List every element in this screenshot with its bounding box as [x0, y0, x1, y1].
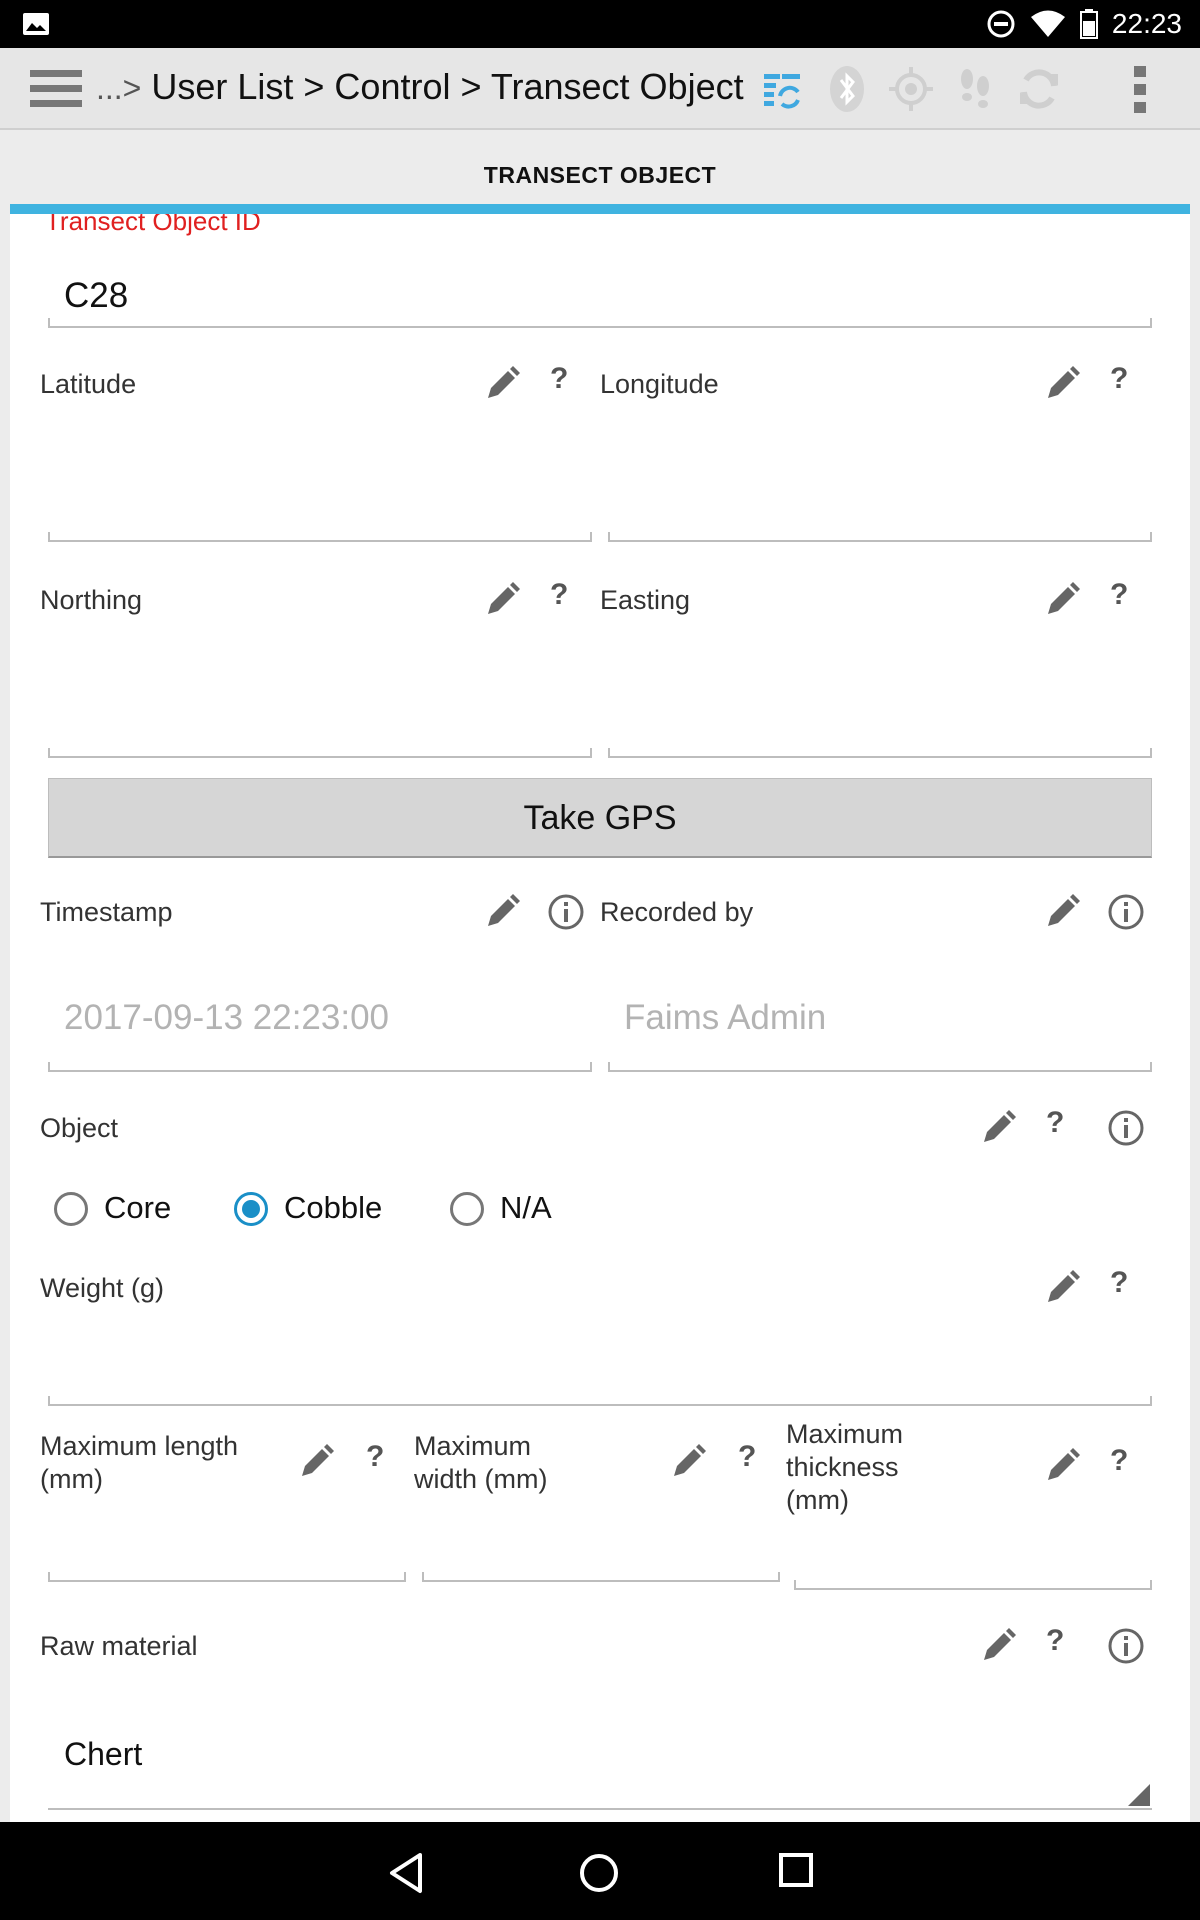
overflow-menu-icon[interactable] [1132, 64, 1148, 116]
max-length-field[interactable] [48, 1572, 406, 1582]
radio-cobble-label[interactable]: Cobble [284, 1190, 382, 1226]
edit-pencil-icon[interactable] [482, 580, 522, 620]
recents-icon[interactable] [778, 1852, 814, 1888]
recorded-by-underline [608, 1062, 1152, 1072]
object-label: Object [40, 1113, 119, 1143]
id-field-underline [48, 318, 1152, 328]
info-icon[interactable] [1106, 892, 1146, 932]
refresh-icon[interactable] [1014, 64, 1064, 114]
northing-label: Northing [40, 585, 143, 615]
navigation-bar [0, 1822, 1200, 1920]
spinner-arrow-icon[interactable] [1128, 1784, 1150, 1806]
breadcrumb-ellipsis: ...> [96, 70, 142, 106]
bluetooth-icon[interactable] [822, 64, 872, 114]
edit-pencil-icon[interactable] [296, 1442, 336, 1482]
radio-na[interactable] [450, 1192, 484, 1226]
battery-icon [1079, 9, 1098, 39]
edit-pencil-icon[interactable] [978, 1108, 1018, 1148]
edit-pencil-icon[interactable] [978, 1626, 1018, 1666]
longitude-label: Longitude [600, 369, 719, 399]
radio-cobble[interactable] [234, 1192, 268, 1226]
status-bar: 22:23 [0, 0, 1200, 48]
edit-pencil-icon[interactable] [668, 1442, 708, 1482]
info-icon[interactable] [546, 892, 586, 932]
edit-pencil-icon[interactable] [1042, 364, 1082, 404]
tab-strip: TRANSECT OBJECT [0, 132, 1200, 204]
max-thickness-field[interactable] [794, 1580, 1152, 1590]
form-content: Transect Object ID C28 Latitude ? Longit… [10, 214, 1190, 1822]
max-thickness-label: Maximum thickness (mm) [786, 1419, 904, 1515]
help-icon[interactable]: ? [366, 1440, 384, 1474]
help-icon[interactable]: ? [1110, 362, 1128, 396]
raw-material-label: Raw material [40, 1631, 198, 1661]
timestamp-label: Timestamp [40, 897, 173, 927]
help-icon[interactable]: ? [1110, 578, 1128, 612]
edit-pencil-icon[interactable] [1042, 580, 1082, 620]
easting-label: Easting [600, 585, 691, 615]
recorded-by-field: Faims Admin [624, 998, 827, 1037]
latitude-field[interactable] [48, 532, 592, 542]
transect-object-id-label: Transect Object ID [45, 214, 261, 236]
help-icon[interactable]: ? [1046, 1106, 1064, 1140]
help-icon[interactable]: ? [1110, 1266, 1128, 1300]
wifi-icon [1030, 10, 1065, 37]
timestamp-field: 2017-09-13 22:23:00 [64, 998, 389, 1037]
tab-transect-object[interactable]: TRANSECT OBJECT [0, 162, 1200, 189]
help-icon[interactable]: ? [738, 1440, 756, 1474]
help-icon[interactable]: ? [1046, 1624, 1064, 1658]
info-icon[interactable] [1106, 1626, 1146, 1666]
edit-pencil-icon[interactable] [482, 892, 522, 932]
raw-material-underline [48, 1808, 1152, 1810]
radio-na-label[interactable]: N/A [500, 1190, 552, 1226]
status-time: 22:23 [1111, 8, 1182, 39]
max-length-label: Maximum length (mm) [40, 1431, 239, 1494]
latitude-label: Latitude [40, 369, 137, 399]
gps-icon[interactable] [886, 64, 936, 114]
edit-pencil-icon[interactable] [1042, 1446, 1082, 1486]
longitude-field[interactable] [608, 532, 1152, 542]
northing-field[interactable] [48, 748, 592, 758]
help-icon[interactable]: ? [550, 578, 568, 612]
help-icon[interactable]: ? [550, 362, 568, 396]
hamburger-menu-icon[interactable] [30, 68, 82, 110]
timestamp-underline [48, 1062, 592, 1072]
easting-field[interactable] [608, 748, 1152, 758]
max-width-field[interactable] [422, 1572, 780, 1582]
sync-icon[interactable] [758, 64, 808, 114]
take-gps-button[interactable]: Take GPS [48, 778, 1152, 858]
tracklog-icon[interactable] [950, 64, 1000, 114]
edit-pencil-icon[interactable] [1042, 892, 1082, 932]
gallery-notification-icon [23, 13, 49, 35]
do-not-disturb-icon [987, 10, 1015, 38]
home-icon[interactable] [578, 1852, 620, 1894]
edit-pencil-icon[interactable] [1042, 1268, 1082, 1308]
info-icon[interactable] [1106, 1108, 1146, 1148]
recorded-by-label: Recorded by [600, 897, 754, 927]
raw-material-spinner[interactable]: Chert [64, 1736, 142, 1773]
radio-core[interactable] [54, 1192, 88, 1226]
radio-core-label[interactable]: Core [104, 1190, 171, 1226]
edit-pencil-icon[interactable] [482, 364, 522, 404]
breadcrumb-path: User List > Control > Transect Object [141, 66, 744, 107]
tab-indicator [10, 204, 1190, 214]
breadcrumb[interactable]: ...> User List > Control > Transect Obje… [96, 66, 744, 108]
weight-field[interactable] [48, 1396, 1152, 1406]
max-width-label: Maximum width (mm) [414, 1431, 548, 1494]
transect-object-id-field[interactable]: C28 [64, 276, 128, 316]
back-icon[interactable] [386, 1852, 426, 1894]
help-icon[interactable]: ? [1110, 1444, 1128, 1478]
weight-label: Weight (g) [40, 1273, 165, 1303]
action-bar: ...> User List > Control > Transect Obje… [0, 48, 1200, 130]
